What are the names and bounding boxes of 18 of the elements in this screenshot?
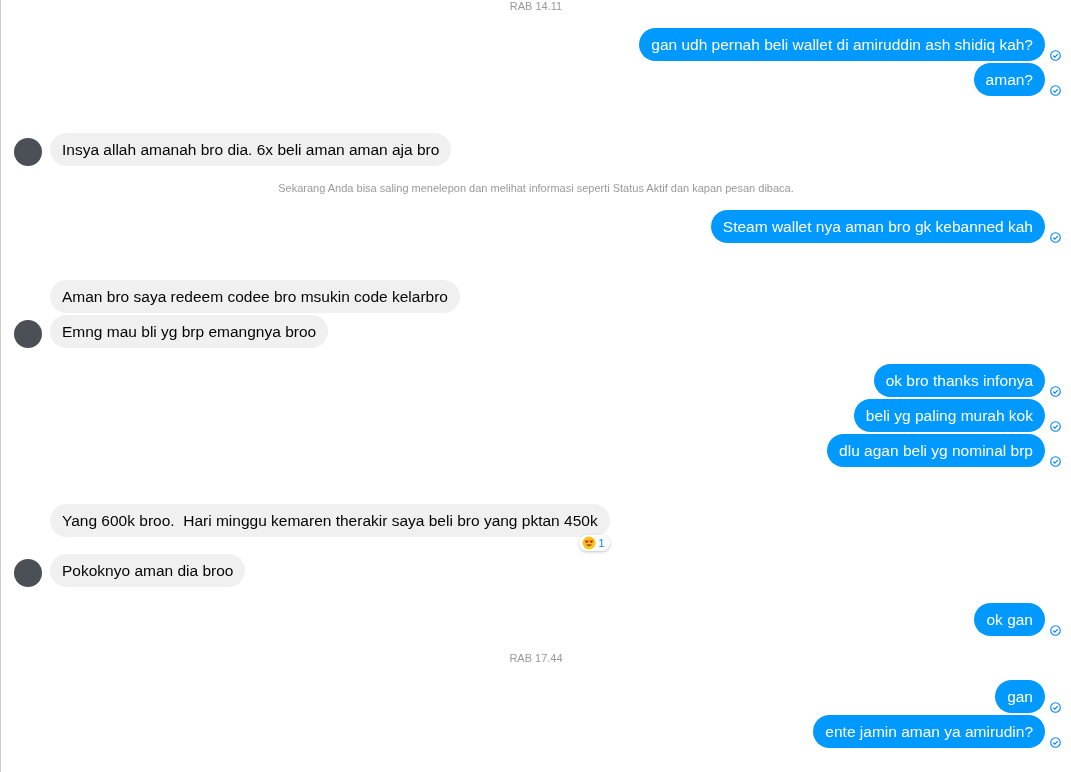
timestamp: RAB 17.44	[509, 652, 563, 664]
message-bubble: Emng mau bli yg brp emangnya broo	[50, 315, 329, 348]
message-bubble: ente jamin aman ya amirudin?	[813, 715, 1045, 748]
message-bubble: Insya allah amanah bro dia. 6x beli aman aman aja bro	[50, 133, 452, 166]
message-bubble: dlu agan beli yg nominal brp	[827, 434, 1045, 467]
info-notice: Sekarang Anda bisa saling menelepon dan melihat informasi seperti Status Aktif dan kapan pesan dibaca.	[278, 182, 794, 194]
message-bubble: ok gan	[974, 603, 1045, 636]
message-bubble: gan	[995, 680, 1045, 713]
message-bubble: gan udh pernah beli wallet di amiruddin ash shidiq kah?	[639, 28, 1045, 61]
message-bubble: Aman bro saya redeem codee bro msukin code kelarbro	[50, 280, 460, 313]
message-bubble: Steam wallet nya aman bro gk kebanned kah	[710, 210, 1045, 243]
message-bubble: Pokoknyo aman dia broo	[50, 554, 246, 587]
message-bubble: ok bro thanks infonya	[873, 364, 1045, 397]
timestamp: RAB 14.11	[509, 0, 563, 12]
message-bubble: Yang 600k broo. Hari minggu kemaren therakir saya beli bro yang pktan 450k	[50, 504, 610, 537]
message-bubble: aman?	[973, 63, 1045, 96]
message-bubble: beli yg paling murah kok	[853, 399, 1045, 432]
reaction-badge[interactable]: 1	[578, 535, 610, 551]
